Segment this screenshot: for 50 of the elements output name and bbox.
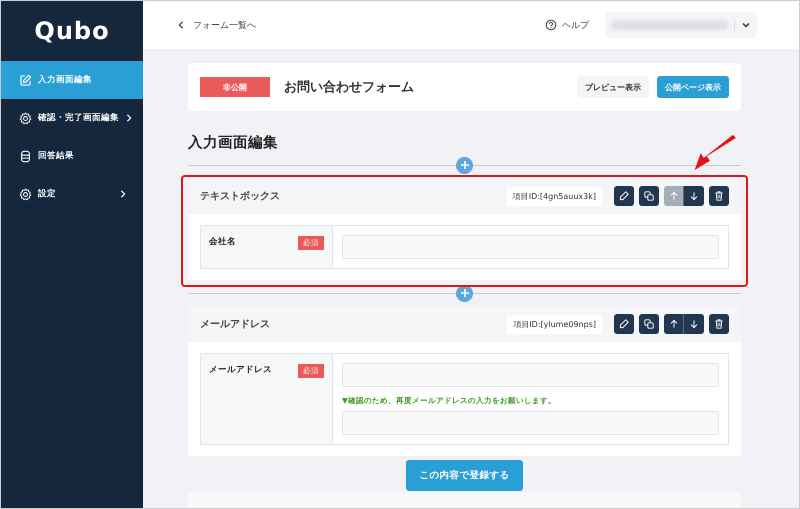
copy-icon [643,190,655,202]
input-field[interactable] [342,411,719,435]
trash-icon [713,190,725,202]
form-title: お問い合わせフォーム [284,79,414,96]
move-down-button[interactable] [684,186,704,206]
nav-label: 確認・完了画面編集 [38,112,119,124]
input-field[interactable] [342,363,719,387]
delete-button[interactable] [709,186,729,206]
move-up-button[interactable] [664,314,684,334]
nav-label: 設定 [38,188,56,200]
arrow-down-icon [688,190,700,202]
logo: Qubo [33,16,111,47]
edit-button[interactable] [614,314,634,334]
field-label: 会社名 [209,236,236,248]
sidebar-item[interactable]: 回答結果 [1,137,143,175]
status-badge: 非公開 [200,77,270,97]
preview-button[interactable]: プレビュー表示 [577,76,649,98]
plus-icon [460,160,470,170]
plus-icon [460,288,470,298]
field-type: メールアドレス [200,318,270,331]
trash-icon [713,318,725,330]
delete-button[interactable] [709,314,729,334]
edit-button[interactable] [614,186,634,206]
copy-icon [643,318,655,330]
sidebar-item[interactable]: 確認・完了画面編集 [1,99,143,137]
arrow-down-icon [688,318,700,330]
back-link[interactable]: フォーム一覧へ [177,18,256,32]
database-icon [19,150,32,162]
sidebar-item[interactable]: 設定 [1,175,143,213]
field-label: メールアドレス [209,364,272,376]
nav-label: 入力画面編集 [38,74,92,86]
copy-button[interactable] [639,314,659,334]
add-field-button[interactable] [456,156,473,174]
item-id: 項目ID:[ylume09nps] [507,314,602,334]
edit-icon [19,74,32,86]
item-id: 項目ID:[4gn5auux3k] [506,186,602,206]
chevron-left-icon [177,21,185,29]
move-down-button[interactable] [684,314,704,334]
input-field[interactable] [342,235,719,259]
chevron-down-icon [734,20,751,30]
gear-icon [19,188,32,200]
pencil-icon [618,318,630,330]
help-link[interactable]: ヘルプ [545,18,589,32]
field-type: テキストボックス [200,190,280,203]
help-icon [545,19,557,31]
copy-button[interactable] [639,186,659,206]
section-title: 入力画面編集 [188,134,279,152]
pencil-icon [618,190,630,202]
nav-label: 回答結果 [38,150,74,162]
gear-icon [19,112,32,124]
